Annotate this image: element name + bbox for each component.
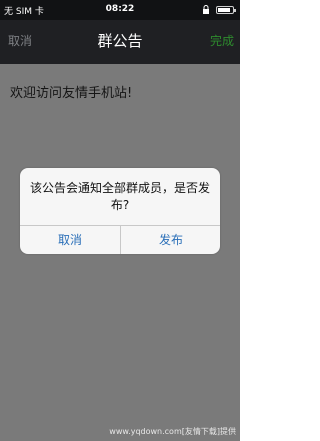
status-bar: 无 SIM 卡 08:22	[0, 0, 240, 20]
page-title: 群公告	[97, 32, 143, 50]
nav-bar: 取消 群公告 完成	[0, 20, 240, 64]
dialog-message: 该公告会通知全部群成员，是否发布?	[30, 181, 211, 212]
battery-icon	[216, 6, 236, 14]
done-button[interactable]: 完成	[210, 32, 234, 49]
announcement-text[interactable]: 欢迎访问友情手机站!	[10, 82, 132, 101]
rotation-lock-icon	[203, 5, 209, 14]
confirm-dialog: 该公告会通知全部群成员，是否发布? 取消 发布	[20, 168, 220, 254]
dialog-publish-button[interactable]: 发布	[121, 226, 220, 254]
watermark: www.yqdown.com[友情下载]提供	[109, 427, 236, 436]
dialog-cancel-button[interactable]: 取消	[20, 226, 120, 254]
